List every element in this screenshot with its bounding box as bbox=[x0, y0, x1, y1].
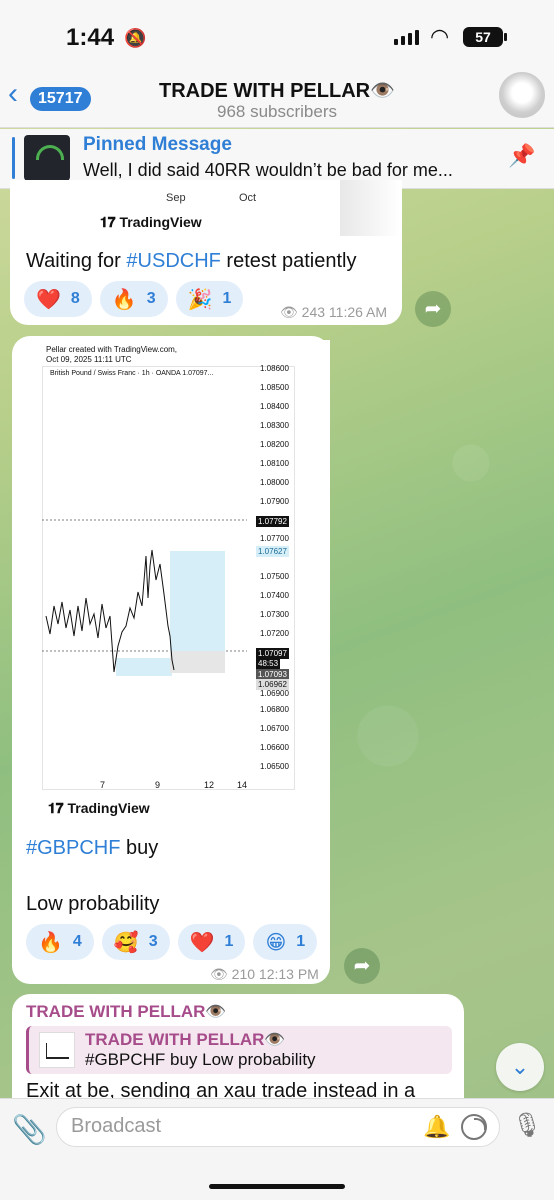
chat-header: ‹ 15717 TRADE WITH PELLAR👁️ 968 subscrib… bbox=[0, 62, 554, 128]
hashtag-link[interactable]: #USDCHF bbox=[126, 250, 220, 272]
reactions-row: ❤️ 8 🔥 3 🎉 1 bbox=[24, 281, 244, 317]
y-tick: 1.06700 bbox=[260, 724, 289, 733]
cellular-signal-icon bbox=[394, 30, 419, 45]
message-text: Waiting for #USDCHF retest patiently bbox=[26, 250, 357, 272]
message-meta: 👁 210 12:13 PM bbox=[210, 966, 319, 982]
timer-icon[interactable] bbox=[461, 1114, 487, 1140]
broadcast-field-wrapper: 🔔 bbox=[56, 1107, 500, 1147]
pinned-indicator bbox=[12, 137, 15, 179]
y-tick: 1.08400 bbox=[260, 402, 289, 411]
loss-zone bbox=[170, 651, 225, 673]
y-tick: 1.07500 bbox=[260, 572, 289, 581]
image-edge bbox=[340, 180, 400, 236]
y-tick: 1.07200 bbox=[260, 629, 289, 638]
y-tick: 1.08300 bbox=[260, 421, 289, 430]
y-tick: 1.06900 bbox=[260, 689, 289, 698]
y-tick: 1.06500 bbox=[260, 762, 289, 771]
pin-list-icon[interactable]: 📌 bbox=[508, 143, 535, 169]
message-text-line2: Low probability bbox=[26, 893, 160, 915]
candle-countdown: 48:53 bbox=[256, 658, 281, 669]
chevron-down-icon[interactable]: ⌄ bbox=[496, 1043, 544, 1091]
reaction-chip[interactable]: ❤️ 8 bbox=[24, 281, 92, 317]
pinned-text: Well, I did said 40RR wouldn’t be bad fo… bbox=[83, 160, 453, 180]
y-tick: 1.08000 bbox=[260, 478, 289, 487]
entry-zone bbox=[116, 658, 172, 676]
paperclip-icon[interactable]: 📎 bbox=[12, 1113, 47, 1146]
y-tick: 1.07900 bbox=[260, 497, 289, 506]
bell-slash-icon: 🔕 bbox=[124, 28, 147, 48]
target-price-label: 1.07792 bbox=[256, 516, 289, 527]
tradingview-logo: 𝟏𝟕 TradingView bbox=[100, 214, 202, 230]
message-bubble[interactable]: TRADE WITH PELLAR👁️ TRADE WITH PELLAR👁️ … bbox=[12, 994, 464, 1114]
chart-header: Pellar created with TradingView.com, bbox=[46, 345, 178, 354]
reaction-chip[interactable]: 🥰 3 bbox=[101, 924, 170, 960]
price-line bbox=[45, 549, 175, 673]
microphone-icon[interactable]: 🎙 bbox=[512, 1111, 542, 1140]
broadcast-input[interactable] bbox=[71, 1115, 401, 1138]
wifi-icon: ◠ bbox=[430, 24, 450, 49]
battery-indicator: 57 bbox=[463, 27, 503, 47]
y-tick: 1.08600 bbox=[260, 364, 289, 373]
battery-tip bbox=[504, 33, 507, 41]
reaction-chip[interactable]: ❤️ 1 bbox=[177, 924, 246, 960]
y-tick: 1.08500 bbox=[260, 383, 289, 392]
price-chart bbox=[42, 519, 247, 676]
message-author[interactable]: TRADE WITH PELLAR👁️ bbox=[26, 1002, 227, 1022]
chart-image[interactable]: Pellar created with TradingView.com, Oct… bbox=[30, 340, 330, 824]
subscriber-count: 968 subscribers bbox=[216, 102, 337, 121]
entry-price-label: 1.07627 bbox=[256, 546, 289, 557]
chart-image[interactable]: Sep Oct 𝟏𝟕 TradingView bbox=[26, 180, 346, 236]
reply-quote[interactable]: TRADE WITH PELLAR👁️ #GBPCHF buy Low prob… bbox=[26, 1026, 452, 1074]
y-tick: 1.08200 bbox=[260, 440, 289, 449]
y-tick: 1.07400 bbox=[260, 591, 289, 600]
x-tick: 14 bbox=[237, 780, 248, 790]
y-tick: 1.07700 bbox=[260, 534, 289, 543]
reaction-chip[interactable]: 😁 1 bbox=[253, 924, 318, 960]
message-text: #GBPCHF buy bbox=[26, 837, 159, 859]
tradingview-logo: 𝟏𝟕 TradingView bbox=[48, 800, 150, 816]
bell-icon[interactable]: 🔔 bbox=[423, 1114, 450, 1140]
message-meta: 👁 243 11:26 AM bbox=[280, 304, 388, 320]
x-tick: 9 bbox=[155, 780, 161, 790]
home-indicator bbox=[209, 1184, 345, 1189]
quote-thumbnail bbox=[39, 1032, 75, 1068]
status-bar: 1:44 🔕 ◠ 57 bbox=[0, 0, 554, 70]
chart-x-label: Oct bbox=[239, 192, 257, 204]
channel-avatar[interactable] bbox=[499, 72, 545, 118]
x-tick: 12 bbox=[204, 780, 215, 790]
reaction-chip[interactable]: 🔥 4 bbox=[26, 924, 94, 960]
y-tick: 1.08100 bbox=[260, 459, 289, 468]
y-tick: 1.06600 bbox=[260, 743, 289, 752]
pinned-title: Pinned Message bbox=[83, 134, 232, 155]
quote-author: TRADE WITH PELLAR👁️ bbox=[85, 1030, 286, 1049]
eye-icon: 👁 bbox=[280, 304, 302, 320]
y-tick: 1.07300 bbox=[260, 610, 289, 619]
message-bubble[interactable]: Sep Oct 𝟏𝟕 TradingView Waiting for #USDC… bbox=[10, 180, 402, 325]
x-tick: 7 bbox=[100, 780, 106, 790]
eye-icon: 👁 bbox=[210, 966, 232, 982]
quote-text: #GBPCHF buy Low probability bbox=[85, 1050, 316, 1069]
reactions-row: 🔥 4 🥰 3 ❤️ 1 😁 1 bbox=[26, 924, 318, 960]
pinned-thumbnail bbox=[24, 135, 70, 181]
chart-x-label: Sep bbox=[166, 192, 186, 204]
clock: 1:44 bbox=[66, 24, 115, 51]
share-arrow-icon[interactable]: ➦ bbox=[344, 948, 380, 984]
hashtag-link[interactable]: #GBPCHF bbox=[26, 837, 120, 859]
share-arrow-icon[interactable]: ➦ bbox=[415, 291, 451, 327]
profit-zone bbox=[170, 551, 225, 651]
chart-date: Oct 09, 2025 11:11 UTC bbox=[46, 355, 132, 364]
reaction-chip[interactable]: 🎉 1 bbox=[175, 281, 244, 317]
reaction-chip[interactable]: 🔥 3 bbox=[99, 281, 168, 317]
y-tick: 1.06800 bbox=[260, 705, 289, 714]
channel-title[interactable]: TRADE WITH PELLAR👁️ bbox=[0, 78, 554, 103]
